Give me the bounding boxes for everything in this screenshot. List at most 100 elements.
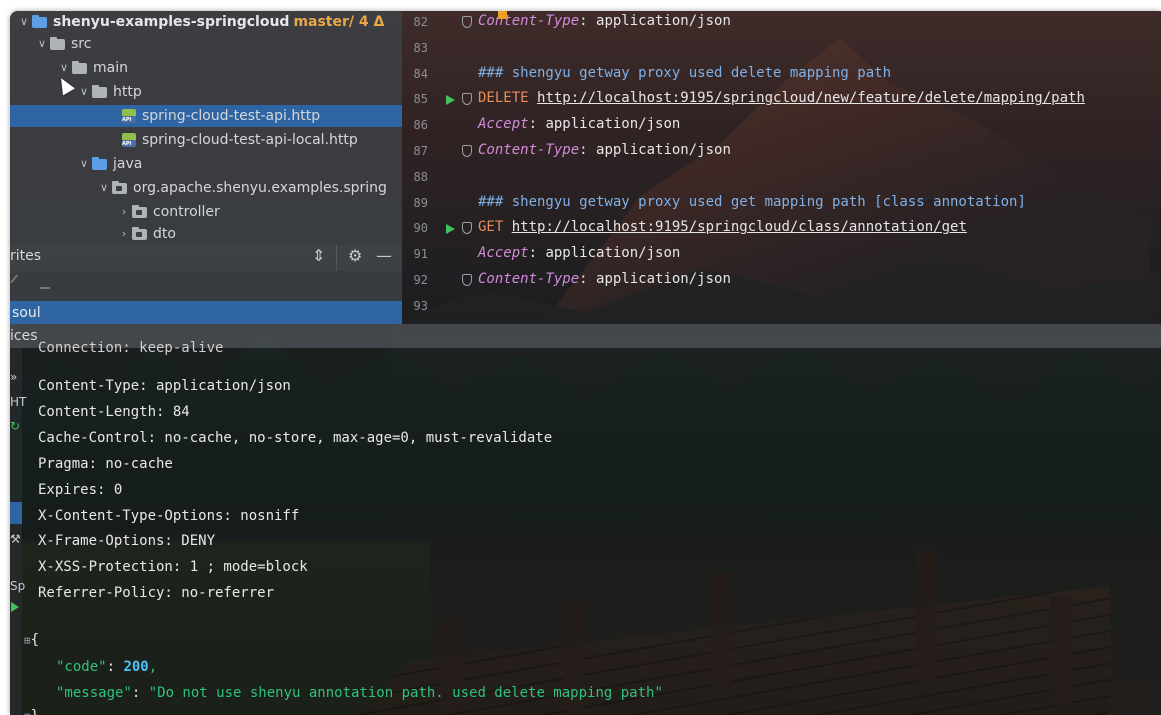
wrench-icon[interactable]: ⚒: [10, 532, 21, 546]
line-number: 87: [413, 144, 428, 158]
chevron-down-icon[interactable]: ∨: [34, 33, 50, 55]
tree-file-spring-cloud-test-api-local[interactable]: spring-cloud-test-api-local.http: [122, 129, 358, 151]
request-url-link[interactable]: http://localhost:9195/springcloud/class/…: [512, 219, 967, 235]
json-open-brace: ⊞{: [24, 632, 40, 648]
favorites-toolbar: rites ⇕ ⚙ —: [10, 245, 402, 271]
sidebar-selected-item[interactable]: [10, 502, 22, 524]
response-header-line: X-XSS-Protection: 1 ; mode=block: [38, 559, 308, 576]
spring-label: Sp: [10, 579, 26, 593]
code-line: Accept: application/json: [478, 116, 681, 133]
http-method: DELETE: [478, 90, 529, 107]
package-icon: [132, 204, 147, 218]
line-number: 83: [413, 40, 428, 55]
tree-node-src[interactable]: ∨ src: [34, 33, 91, 55]
chevron-down-icon[interactable]: ∨: [96, 177, 112, 199]
tree-node-label: controller: [153, 204, 220, 220]
git-branch-badge: master/ 4 Δ: [293, 14, 385, 30]
line-number: 84: [413, 66, 428, 81]
line-number: 93: [413, 298, 428, 313]
tree-node-root[interactable]: ∨ shenyu-examples-springcloud master/ 4 …: [16, 11, 384, 33]
json-close-brace: ⊞}: [24, 708, 39, 715]
chevron-right-icon[interactable]: ›: [116, 201, 132, 223]
fold-icon[interactable]: ⊞: [24, 634, 31, 647]
code-line: ### shengyu getway proxy used get mappin…: [478, 193, 1026, 210]
line-number: 92: [413, 273, 428, 287]
request-url-link[interactable]: http://localhost:9195/springcloud/new/fe…: [537, 90, 1085, 106]
code-line: Content-Type: application/json: [478, 271, 731, 287]
folder-icon: [50, 36, 65, 50]
code-line: ### shengyu getway proxy used delete map…: [478, 64, 892, 81]
hide-panel-icon[interactable]: —: [376, 246, 392, 265]
tree-node-dto[interactable]: › dto: [116, 223, 176, 245]
code-line: Content-Type: application/json: [478, 142, 731, 158]
run-request-icon[interactable]: [446, 95, 455, 106]
line-number: 91: [413, 247, 428, 262]
response-header-line: Content-Length: 84: [38, 403, 190, 420]
ide-window: ∨ shenyu-examples-springcloud master/ 4 …: [10, 11, 1161, 715]
source-folder-icon: [92, 156, 107, 170]
http-method: GET: [478, 219, 504, 236]
pencil-icon[interactable]: [10, 274, 26, 290]
tree-node-package[interactable]: ∨ org.apache.shenyu.examples.spring: [96, 177, 387, 199]
chevron-down-icon[interactable]: ∨: [76, 153, 92, 175]
chevron-right-icon[interactable]: ›: [116, 223, 132, 245]
tree-node-label: shenyu-examples-springcloud: [53, 14, 290, 30]
line-number: 88: [413, 169, 428, 184]
response-header-partial: Connection: keep-alive: [38, 340, 224, 356]
http-label: HT: [10, 395, 27, 409]
tree-node-http[interactable]: ∨ http: [76, 81, 142, 103]
line-number: 90: [413, 221, 428, 236]
expand-icon[interactable]: »: [10, 370, 17, 384]
response-header-line: Referrer-Policy: no-referrer: [38, 585, 275, 602]
tree-file-spring-cloud-test-api[interactable]: spring-cloud-test-api.http: [10, 105, 402, 127]
favorites-item-soul[interactable]: soul: [10, 301, 402, 325]
response-output[interactable]: Connection: keep-alive Content-Type: app…: [10, 340, 1161, 715]
package-icon: [112, 180, 127, 194]
gear-icon[interactable]: ⚙: [348, 246, 362, 265]
tree-node-label: java: [113, 156, 143, 172]
chevron-down-icon[interactable]: ∨: [16, 11, 32, 33]
collapse-all-icon[interactable]: ⇕: [312, 246, 325, 265]
response-header-line: Expires: 0: [38, 481, 123, 498]
response-header-line: X-Content-Type-Options: nosniff: [38, 507, 300, 524]
response-header-line: Pragma: no-cache: [38, 455, 173, 472]
bookmark-icon: [498, 11, 507, 19]
rerun-icon[interactable]: ↻: [10, 419, 20, 433]
run-request-icon[interactable]: [446, 224, 455, 235]
tree-node-label: main: [93, 60, 128, 76]
tree-node-label: spring-cloud-test-api.http: [142, 108, 321, 124]
folder-icon: [92, 84, 107, 98]
fold-marker-icon[interactable]: [462, 274, 472, 286]
tree-node-label: src: [71, 36, 92, 52]
favorites-title: rites: [10, 248, 42, 264]
code-line: DELETE http://localhost:9195/springcloud…: [478, 90, 1085, 106]
response-header-line: X-Frame-Options: DENY: [38, 533, 216, 550]
json-line-code: "code": 200,: [56, 659, 158, 675]
response-header-line: Content-Type: application/json: [38, 378, 291, 394]
toolbar-divider: [336, 245, 337, 271]
package-icon: [132, 226, 147, 240]
tree-node-label: dto: [153, 226, 176, 242]
chevron-down-icon[interactable]: ∨: [76, 81, 92, 103]
response-header-line: Cache-Control: no-cache, no-store, max-a…: [38, 429, 553, 446]
code-line: Content-Type: application/json: [478, 13, 731, 29]
services-title: ices: [10, 328, 38, 344]
tree-node-label: http: [113, 84, 142, 100]
folder-icon: [72, 60, 87, 74]
fold-marker-icon[interactable]: [462, 145, 472, 157]
module-folder-icon: [32, 14, 47, 28]
tree-node-controller[interactable]: › controller: [116, 201, 220, 223]
run-icon[interactable]: [11, 602, 19, 612]
favorites-item-label: soul: [12, 305, 41, 321]
project-panel: ∨ shenyu-examples-springcloud master/ 4 …: [10, 11, 402, 251]
http-request-editor[interactable]: 82 Content-Type: application/json 83 84 ### …: [402, 11, 1161, 331]
code-line: Accept: application/json: [478, 245, 681, 262]
tree-node-java[interactable]: ∨ java: [76, 153, 142, 175]
fold-icon[interactable]: ⊞: [24, 710, 31, 715]
line-number: 82: [413, 15, 428, 29]
remove-icon[interactable]: [40, 287, 50, 289]
code-line: GET http://localhost:9195/springcloud/cl…: [478, 219, 967, 235]
http-file-icon: [122, 133, 136, 147]
fold-marker-icon[interactable]: [462, 16, 472, 28]
json-line-message: "message": "Do not use shenyu annotation…: [56, 685, 663, 701]
